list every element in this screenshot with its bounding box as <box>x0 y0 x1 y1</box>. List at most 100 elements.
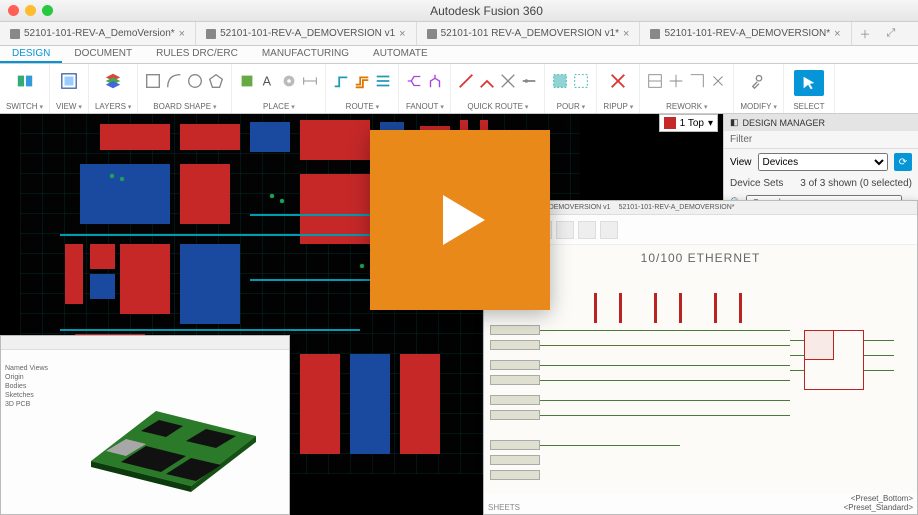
window-titlebar: Autodesk Fusion 360 <box>0 0 918 22</box>
mini-tool[interactable] <box>556 221 574 239</box>
tab-document[interactable]: 52101-101 REV-A_DEMOVERSION v1* × <box>417 22 641 45</box>
qr1-icon[interactable] <box>457 72 475 90</box>
ribbon-label: REWORK <box>666 102 707 111</box>
pcb-3d-view[interactable] <box>71 366 271 496</box>
preset-list[interactable]: <Preset_Bottom> <Preset_Standard> <box>844 494 913 512</box>
place-part-icon[interactable] <box>238 72 256 90</box>
ribbon-group-modify: MODIFY <box>734 64 784 113</box>
ribbon-group-pour: POUR <box>545 64 597 113</box>
pour-icon[interactable] <box>551 72 569 90</box>
document-tabs: 52101-101-REV-A_DemoVersion* × 52101-101-… <box>0 22 918 46</box>
ribbon-toolbar: SWITCH VIEW LAYERS BOARD SHAPE A PLACE <box>0 64 918 114</box>
tab-menu-button[interactable]: ⤢ <box>879 22 904 45</box>
preset-item[interactable]: <Preset_Bottom> <box>844 494 913 503</box>
ribbon-group-quick-route: QUICK ROUTE <box>451 64 545 113</box>
qr4-icon[interactable] <box>520 72 538 90</box>
circle-icon[interactable] <box>186 72 204 90</box>
poly-icon[interactable] <box>207 72 225 90</box>
layer-color-swatch <box>664 117 676 129</box>
inset-titlebar[interactable] <box>1 336 289 350</box>
ripup-icon[interactable] <box>609 72 627 90</box>
qr2-icon[interactable] <box>478 72 496 90</box>
hole-icon[interactable] <box>280 72 298 90</box>
view-select[interactable]: Devices <box>758 153 889 171</box>
rework4-icon[interactable] <box>709 72 727 90</box>
ribbon-group-select: SELECT <box>784 64 835 113</box>
preset-item[interactable]: <Preset_Standard> <box>844 503 913 512</box>
ribbon-group-place: A PLACE <box>232 64 326 113</box>
tree-item[interactable]: Named Views <box>5 364 65 373</box>
pour2-icon[interactable] <box>572 72 590 90</box>
ribbon-label: POUR <box>557 102 586 111</box>
rework1-icon[interactable] <box>646 72 664 90</box>
rework3-icon[interactable] <box>688 72 706 90</box>
device-sets-status: 3 of 3 shown (0 selected) <box>800 178 912 189</box>
tab-document[interactable]: 52101-101-REV-A_DEMOVERSION v1 × <box>196 22 417 45</box>
layer-name: 1 Top <box>680 118 704 129</box>
svg-text:A: A <box>263 75 272 89</box>
close-icon[interactable]: × <box>623 28 629 40</box>
pcb-icon <box>427 29 437 39</box>
rework2-icon[interactable] <box>667 72 685 90</box>
window-controls[interactable] <box>8 5 53 16</box>
wrench-icon[interactable] <box>750 72 768 90</box>
menu-automate[interactable]: AUTOMATE <box>361 46 440 63</box>
qr3-icon[interactable] <box>499 72 517 90</box>
workspace-menubar: DESIGN DOCUMENT RULES DRC/ERC MANUFACTUR… <box>0 46 918 64</box>
maximize-window-icon[interactable] <box>42 5 53 16</box>
close-icon[interactable]: × <box>834 28 840 40</box>
ribbon-group-switch: SWITCH <box>0 64 50 113</box>
new-tab-button[interactable]: ＋ <box>852 22 879 45</box>
mini-tool[interactable] <box>600 221 618 239</box>
minimize-window-icon[interactable] <box>25 5 36 16</box>
menu-manufacturing[interactable]: MANUFACTURING <box>250 46 361 63</box>
inset-3d-window[interactable]: Named Views Origin Bodies Sketches 3D PC… <box>0 335 290 515</box>
tab-document[interactable]: 52101-101-REV-A_DemoVersion* × <box>0 22 196 45</box>
layer-selector[interactable]: 1 Top ▾ <box>659 114 718 132</box>
ribbon-label: RIPUP <box>603 102 633 111</box>
tab-document[interactable]: 52101-101-REV-A_DEMOVERSION* × <box>640 22 851 45</box>
inset-tab[interactable]: 52101-101-REV-A_DEMOVERSION* <box>619 204 735 211</box>
arc-icon[interactable] <box>165 72 183 90</box>
fanout2-icon[interactable] <box>426 72 444 90</box>
text-icon[interactable]: A <box>259 72 277 90</box>
outline-icon[interactable] <box>144 72 162 90</box>
close-icon[interactable]: × <box>179 28 185 40</box>
route-multi-icon[interactable] <box>374 72 392 90</box>
mini-tool[interactable] <box>578 221 596 239</box>
tab-label: 52101-101 REV-A_DEMOVERSION v1* <box>441 28 619 39</box>
fanout-icon[interactable] <box>405 72 423 90</box>
filter-label[interactable]: Filter <box>730 134 752 145</box>
tree-item[interactable]: Bodies <box>5 382 65 391</box>
dimension-icon[interactable] <box>301 72 319 90</box>
layers-icon[interactable] <box>104 72 122 90</box>
menu-design[interactable]: DESIGN <box>0 46 62 63</box>
tree-item[interactable]: Origin <box>5 373 65 382</box>
tab-label: 52101-101-REV-A_DemoVersion* <box>24 28 175 39</box>
tree-item[interactable]: Sketches <box>5 391 65 400</box>
ribbon-group-fanout: FANOUT <box>399 64 451 113</box>
select-button[interactable] <box>794 70 824 96</box>
tab-label: 52101-101-REV-A_DEMOVERSION v1 <box>220 28 395 39</box>
close-icon[interactable]: × <box>399 28 405 40</box>
close-window-icon[interactable] <box>8 5 19 16</box>
view-icon[interactable] <box>60 72 78 90</box>
tab-label: 52101-101-REV-A_DEMOVERSION* <box>664 28 830 39</box>
switch-icon[interactable] <box>16 72 34 90</box>
menu-document[interactable]: DOCUMENT <box>62 46 144 63</box>
tree-item[interactable]: 3D PCB <box>5 400 65 409</box>
ribbon-group-route: ROUTE <box>326 64 399 113</box>
route-icon[interactable] <box>332 72 350 90</box>
play-video-button[interactable] <box>370 130 550 310</box>
ribbon-label: PLACE <box>263 102 295 111</box>
route-diff-icon[interactable] <box>353 72 371 90</box>
refresh-button[interactable]: ⟳ <box>894 153 912 171</box>
ribbon-label: SELECT <box>793 102 824 111</box>
sheets-label[interactable]: SHEETS <box>488 503 520 512</box>
browser-tree[interactable]: Named Views Origin Bodies Sketches 3D PC… <box>5 364 65 409</box>
ribbon-label: LAYERS <box>95 102 131 111</box>
ribbon-label: QUICK ROUTE <box>467 102 528 111</box>
play-icon <box>425 185 495 255</box>
ribbon-label: SWITCH <box>6 102 43 111</box>
menu-rules[interactable]: RULES DRC/ERC <box>144 46 250 63</box>
